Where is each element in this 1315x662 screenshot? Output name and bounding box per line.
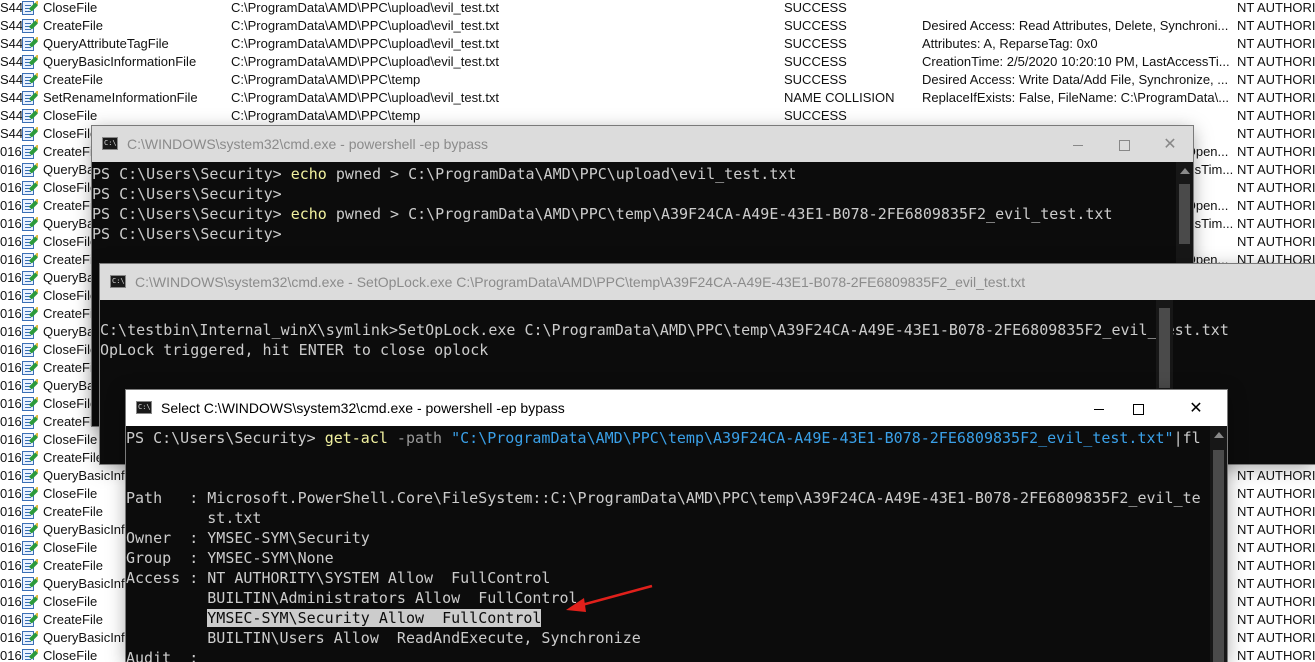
annotation-arrow	[566, 584, 653, 612]
arrow-head	[566, 598, 586, 612]
arrow-shaft	[577, 584, 653, 608]
